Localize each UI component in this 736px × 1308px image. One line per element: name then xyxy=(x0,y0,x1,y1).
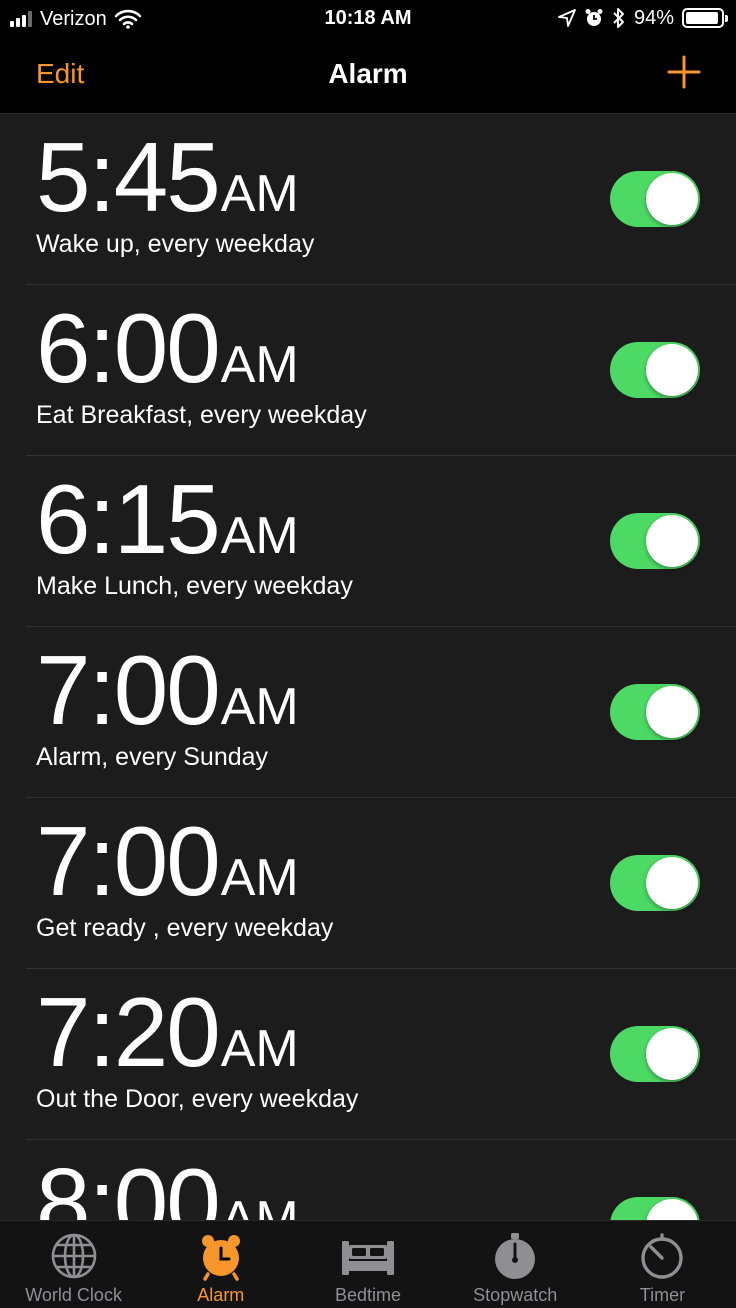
status-right: 94% xyxy=(558,6,728,30)
tab-timer[interactable]: Timer xyxy=(589,1221,736,1308)
alarm-toggle[interactable] xyxy=(610,1197,700,1220)
location-arrow-icon xyxy=(558,9,576,27)
alarm-period: AM xyxy=(220,336,299,394)
alarm-time-value: 8:00 xyxy=(36,1148,221,1220)
battery-icon xyxy=(682,8,728,28)
page-title: Alarm xyxy=(328,58,408,89)
tab-label: Alarm xyxy=(197,1285,245,1305)
alarm-time-value: 6:15 xyxy=(36,464,221,574)
toggle-knob xyxy=(646,515,698,567)
alarm-label: Get ready , every weekday xyxy=(36,914,334,942)
alarm-time-value: 5:45 xyxy=(36,122,221,232)
alarm-time: 7:00AM xyxy=(36,812,299,910)
alarm-row[interactable]: 5:45AM Wake up, every weekday xyxy=(26,114,736,285)
toggle-knob xyxy=(646,857,698,909)
tab-world-clock[interactable]: World Clock xyxy=(0,1221,147,1308)
alarm-toggle[interactable] xyxy=(610,684,700,740)
alarm-label: Out the Door, every weekday xyxy=(36,1085,359,1113)
tab-bedtime[interactable]: Bedtime xyxy=(294,1221,441,1308)
tab-alarm[interactable]: Alarm xyxy=(147,1221,294,1308)
bluetooth-icon xyxy=(612,7,626,29)
tab-label: World Clock xyxy=(25,1285,122,1305)
alarm-toggle[interactable] xyxy=(610,855,700,911)
signal-strength-icon xyxy=(10,11,32,27)
alarm-time: 5:45AM xyxy=(36,128,299,226)
alarm-period: AM xyxy=(220,849,299,907)
toggle-knob xyxy=(646,1199,698,1220)
alarm-row[interactable]: 7:00AM Get ready , every weekday xyxy=(26,798,736,969)
alarm-period: AM xyxy=(220,165,299,223)
timer-icon xyxy=(637,1231,687,1281)
alarm-clock-icon xyxy=(196,1231,246,1281)
toggle-knob xyxy=(646,686,698,738)
alarm-toggle[interactable] xyxy=(610,513,700,569)
alarm-row[interactable]: 6:00AM Eat Breakfast, every weekday xyxy=(26,285,736,456)
alarm-period: AM xyxy=(220,1020,299,1078)
alarm-time: 8:00AM xyxy=(36,1154,299,1220)
alarm-label: Make Lunch, every weekday xyxy=(36,572,353,600)
tab-bar: World Clock Alarm Bedtime Stopwatch Time… xyxy=(0,1220,736,1308)
alarm-time-value: 7:00 xyxy=(36,806,221,916)
edit-button[interactable]: Edit xyxy=(36,58,84,90)
alarm-time-value: 7:00 xyxy=(36,635,221,745)
clock-app: Verizon 10:18 AM 94% Edit Alarm 5:45AM W… xyxy=(0,0,736,1308)
wifi-icon xyxy=(114,9,141,29)
alarm-status-icon xyxy=(584,8,604,28)
toggle-knob xyxy=(646,173,698,225)
alarm-list[interactable]: 5:45AM Wake up, every weekday 6:00AM Eat Br… xyxy=(0,114,736,1220)
alarm-label: Alarm, every Sunday xyxy=(36,743,269,771)
alarm-time: 6:00AM xyxy=(36,299,299,397)
add-alarm-button[interactable] xyxy=(664,52,704,92)
alarm-period: AM xyxy=(220,1191,299,1220)
tab-label: Bedtime xyxy=(334,1285,402,1305)
alarm-row[interactable]: 8:00AM xyxy=(26,1140,736,1220)
alarm-row[interactable]: 6:15AM Make Lunch, every weekday xyxy=(26,456,736,627)
alarm-time-value: 6:00 xyxy=(36,293,221,403)
alarm-row[interactable]: 7:00AM Alarm, every Sunday xyxy=(26,627,736,798)
alarm-time: 6:15AM xyxy=(36,470,299,568)
alarm-time: 7:20AM xyxy=(36,983,299,1081)
plus-icon xyxy=(667,55,701,89)
alarm-period: AM xyxy=(220,678,299,736)
tab-label: Stopwatch xyxy=(473,1285,558,1305)
alarm-label: Eat Breakfast, every weekday xyxy=(36,401,367,429)
navigation-bar: Edit Alarm xyxy=(0,38,736,114)
alarm-period: AM xyxy=(220,507,299,565)
battery-percent: 94% xyxy=(633,6,674,29)
alarm-time: 7:00AM xyxy=(36,641,299,739)
tab-stopwatch[interactable]: Stopwatch xyxy=(442,1221,589,1308)
stopwatch-icon xyxy=(490,1231,540,1281)
alarm-toggle[interactable] xyxy=(610,342,700,398)
alarm-label: Wake up, every weekday xyxy=(36,230,315,258)
alarm-row[interactable]: 7:20AM Out the Door, every weekday xyxy=(26,969,736,1140)
toggle-knob xyxy=(646,344,698,396)
toggle-knob xyxy=(646,1028,698,1080)
status-left: Verizon xyxy=(10,7,141,31)
carrier-name: Verizon xyxy=(40,7,107,30)
alarm-time-value: 7:20 xyxy=(36,977,221,1087)
globe-icon xyxy=(49,1231,99,1281)
tab-label: Timer xyxy=(639,1285,686,1305)
bed-icon xyxy=(342,1231,394,1281)
alarm-toggle[interactable] xyxy=(610,171,700,227)
status-bar: Verizon 10:18 AM 94% xyxy=(0,0,736,38)
alarm-toggle[interactable] xyxy=(610,1026,700,1082)
